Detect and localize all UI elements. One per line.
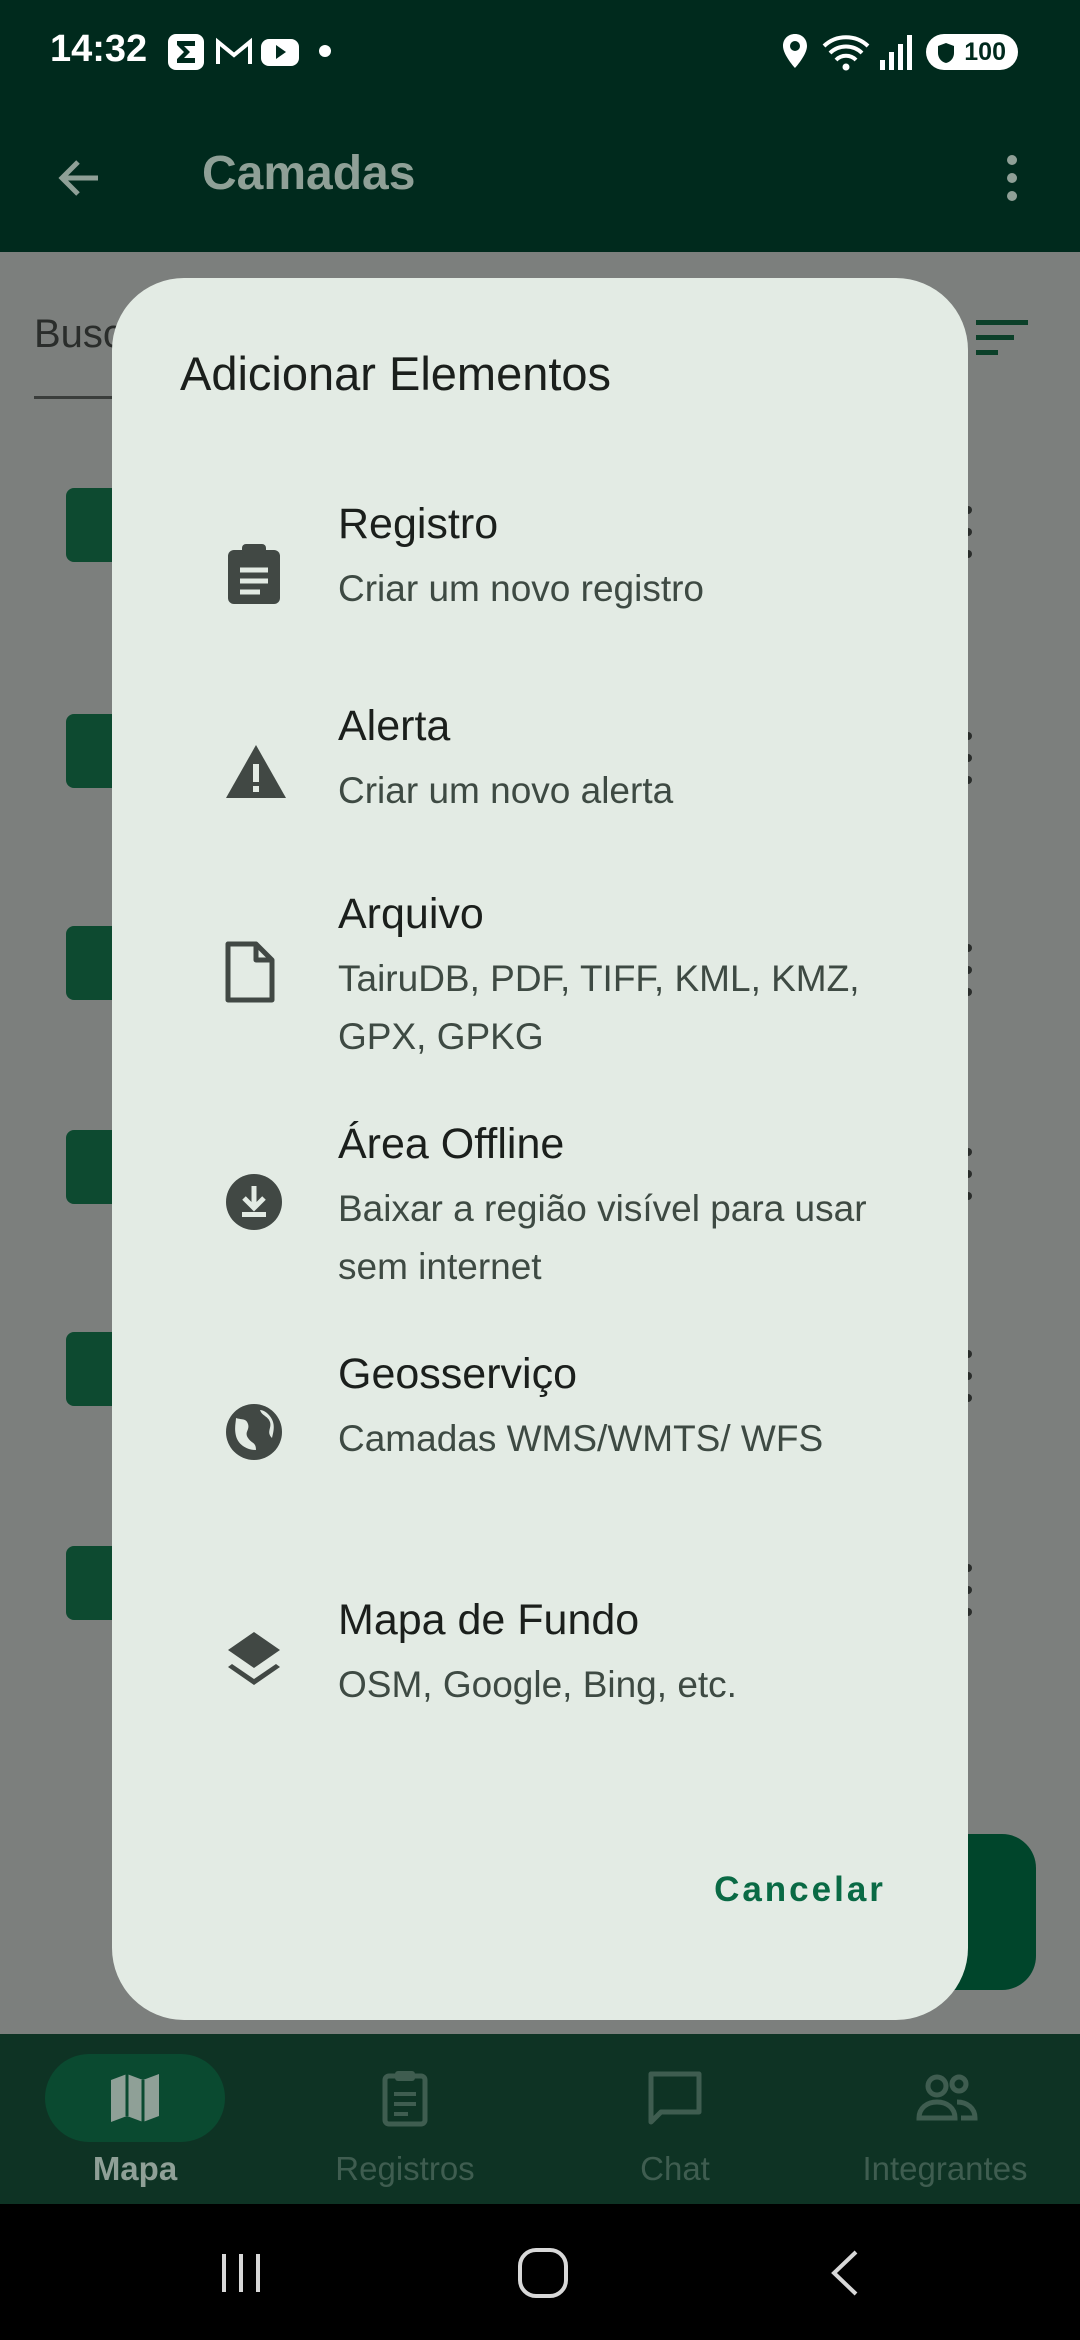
download-icon (226, 1174, 282, 1230)
back-arrow-icon[interactable] (52, 150, 108, 206)
page-title: Camadas (202, 147, 416, 200)
nav-label: Integrantes (862, 2150, 1028, 2187)
nav-label: Mapa (92, 2150, 178, 2187)
file-icon (225, 941, 275, 1003)
add-elements-dialog: Adicionar Elementos Registro Criar um no… (112, 278, 968, 2020)
dialog-title: Adicionar Elementos (180, 347, 612, 400)
option-title: Geosserviço (338, 1350, 577, 1398)
globe-icon (226, 1404, 282, 1460)
gmail-icon (216, 37, 252, 64)
map-icon (111, 2074, 159, 2122)
option-title: Arquivo (338, 890, 484, 938)
notification-dot-icon (319, 45, 331, 57)
location-icon (783, 34, 807, 68)
clipboard-icon (382, 2071, 428, 2127)
status-time: 14:32 (50, 28, 148, 70)
option-area-offline[interactable]: Área Offline Baixar a região visível par… (112, 1120, 968, 1300)
clipboard-icon (228, 544, 280, 604)
sigma-app-icon (168, 34, 204, 70)
nav-item-integrantes[interactable]: Integrantes (810, 2034, 1080, 2204)
option-alerta[interactable]: Alerta Criar um novo alerta (112, 702, 968, 832)
battery-indicator: 100 (926, 34, 1018, 70)
system-navigation-bar (0, 2204, 1080, 2340)
option-registro[interactable]: Registro Criar um novo registro (112, 500, 968, 630)
warning-icon (226, 745, 286, 798)
option-subtitle: Criar um novo registro (338, 568, 705, 609)
option-title: Área Offline (338, 1120, 565, 1168)
nav-label: Registros (335, 2150, 475, 2187)
nav-item-mapa[interactable]: Mapa (0, 2034, 270, 2204)
people-icon (916, 2074, 978, 2121)
nav-item-registros[interactable]: Registros (270, 2034, 540, 2204)
option-title: Mapa de Fundo (338, 1596, 640, 1644)
search-input[interactable]: Busc (34, 312, 123, 357)
option-subtitle: Camadas WMS/WMTS/ WFS (338, 1418, 824, 1459)
youtube-icon (261, 39, 299, 66)
option-subtitle: TairuDB, PDF, TIFF, KML, KMZ, GPX, GPKG (338, 958, 860, 1057)
status-bar: 14:32 100 (0, 0, 1080, 102)
nav-label: Chat (640, 2150, 710, 2187)
wifi-icon (822, 35, 870, 71)
option-title: Registro (338, 500, 499, 548)
option-arquivo[interactable]: Arquivo TairuDB, PDF, TIFF, KML, KMZ, GP… (112, 890, 968, 1070)
back-nav-icon[interactable] (826, 2248, 866, 2298)
option-geosservico[interactable]: Geosserviço Camadas WMS/WMTS/ WFS (112, 1350, 968, 1530)
shield-icon (938, 43, 954, 63)
chat-icon (648, 2071, 702, 2125)
signal-icon (880, 35, 912, 70)
sort-icon[interactable] (974, 316, 1030, 360)
option-subtitle: Baixar a região visível para usar sem in… (338, 1188, 867, 1287)
recent-apps-icon[interactable] (216, 2248, 266, 2298)
bottom-navigation: Mapa Registros Chat Integrantes (0, 2034, 1080, 2204)
home-icon[interactable] (516, 2246, 570, 2300)
app-bar: Camadas (0, 102, 1080, 252)
more-vert-icon[interactable] (996, 150, 1028, 206)
option-subtitle: OSM, Google, Bing, etc. (338, 1664, 737, 1705)
option-title: Alerta (338, 702, 451, 750)
battery-level: 100 (964, 37, 1006, 66)
layers-icon (228, 1632, 280, 1685)
cancel-button[interactable]: Cancelar (680, 1850, 920, 1930)
option-subtitle: Criar um novo alerta (338, 770, 674, 811)
option-mapa-de-fundo[interactable]: Mapa de Fundo OSM, Google, Bing, etc. (112, 1596, 968, 1726)
nav-item-chat[interactable]: Chat (540, 2034, 810, 2204)
